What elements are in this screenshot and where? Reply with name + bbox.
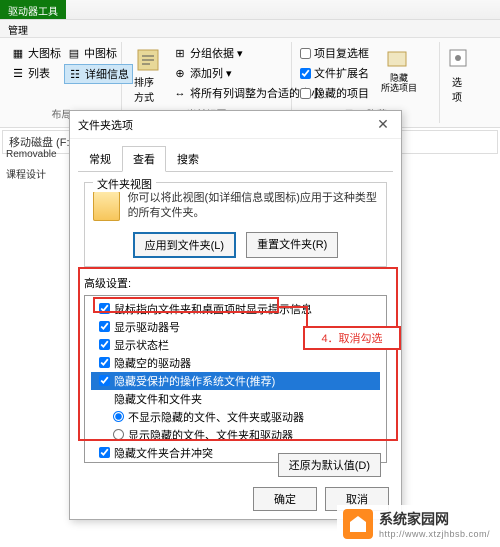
watermark-url: http://www.xtzjhbsb.com/: [379, 529, 490, 539]
hide-icon: [385, 46, 413, 74]
radio-input[interactable]: [113, 429, 124, 440]
item-label: 显示隐藏的文件、文件夹和驱动器: [128, 427, 293, 443]
ribbon-tabs: 管理: [0, 20, 500, 38]
nav-pane: Removable Dis 课程设计: [0, 136, 62, 188]
sort-icon: [134, 46, 162, 74]
folder-views-text: 你可以将此视图(如详细信息或图标)应用于这种类型的所有文件夹。: [128, 191, 378, 222]
ok-button[interactable]: 确定: [253, 487, 317, 511]
dialog-title: 文件夹选项: [78, 117, 133, 133]
item-checkbox-toggle[interactable]: 项目复选框: [298, 44, 371, 62]
title-bar: 驱动器工具: [0, 0, 500, 20]
advanced-settings-list[interactable]: 鼠标指向文件夹和桌面项时显示提示信息显示驱动器号显示状态栏隐藏空的驱动器隐藏受保…: [84, 295, 387, 463]
file-ext-toggle[interactable]: 文件扩展名: [298, 64, 371, 82]
reset-folders-button[interactable]: 重置文件夹(R): [246, 232, 338, 258]
checkbox-input[interactable]: [99, 303, 110, 314]
advanced-item[interactable]: 不显示隐藏的文件、文件夹或驱动器: [91, 408, 380, 426]
watermark: 系统家园网 http://www.xtzjhbsb.com/: [337, 505, 496, 543]
folder-icon: [93, 191, 120, 221]
tab-general[interactable]: 常规: [78, 146, 122, 172]
dialog-titlebar: 文件夹选项 ✕: [70, 111, 401, 139]
item-label: 隐藏空的驱动器: [114, 355, 191, 371]
chevron-down-icon: ▾: [226, 67, 232, 80]
details-icon: ☷: [68, 67, 82, 81]
fit-icon: ↔: [173, 86, 187, 100]
advanced-item[interactable]: 显示隐藏的文件、文件夹和驱动器: [91, 426, 380, 444]
folder-views-group: 文件夹视图 你可以将此视图(如详细信息或图标)应用于这种类型的所有文件夹。 应用…: [84, 182, 387, 267]
advanced-item[interactable]: 隐藏文件和文件夹: [91, 390, 380, 408]
watermark-name: 系统家园网: [379, 509, 490, 529]
large-icons-icon: ▦: [11, 46, 25, 60]
options-button[interactable]: 选项: [446, 44, 474, 106]
item-label: 隐藏文件夹合并冲突: [114, 445, 213, 461]
tab-search[interactable]: 搜索: [166, 146, 210, 172]
list-icon: ☰: [11, 66, 25, 80]
checkbox-input[interactable]: [99, 357, 110, 368]
watermark-icon: [343, 509, 373, 539]
item-label: 不显示隐藏的文件、文件夹或驱动器: [128, 409, 304, 425]
advanced-item[interactable]: 鼠标指向文件夹和桌面项时显示提示信息: [91, 300, 380, 318]
folder-options-dialog: 文件夹选项 ✕ 常规 查看 搜索 文件夹视图 你可以将此视图(如详细信息或图标)…: [69, 110, 402, 520]
group-legend: 文件夹视图: [93, 176, 156, 192]
dialog-body: 文件夹视图 你可以将此视图(如详细信息或图标)应用于这种类型的所有文件夹。 应用…: [70, 172, 401, 473]
chevron-down-icon: ▾: [237, 47, 243, 60]
hidden-items-toggle[interactable]: 隐藏的项目: [298, 84, 371, 102]
checkbox-input[interactable]: [99, 339, 110, 350]
item-label: 隐藏文件和文件夹: [114, 391, 202, 407]
tab-view[interactable]: 查看: [122, 146, 166, 172]
add-column-icon: ⊕: [173, 66, 187, 80]
group-icon: ⊞: [173, 46, 187, 60]
radio-input[interactable]: [113, 411, 124, 422]
close-icon[interactable]: ✕: [373, 115, 393, 135]
item-label: 显示状态栏: [114, 337, 169, 353]
item-label: 鼠标指向文件夹和桌面项时显示提示信息: [114, 301, 312, 317]
advanced-item[interactable]: 隐藏受保护的操作系统文件(推荐): [91, 372, 380, 390]
apply-to-folders-button[interactable]: 应用到文件夹(L): [133, 232, 236, 258]
item-label: 隐藏受保护的操作系统文件(推荐): [114, 373, 275, 389]
restore-defaults-button[interactable]: 还原为默认值(D): [278, 453, 381, 477]
advanced-label: 高级设置:: [84, 275, 387, 291]
checkbox-input[interactable]: [99, 447, 110, 458]
ribbon-group-options: 选项: [440, 42, 480, 123]
checkbox-input[interactable]: [99, 321, 110, 332]
advanced-item[interactable]: 隐藏空的驱动器: [91, 354, 380, 372]
manage-tab[interactable]: 管理: [8, 26, 28, 37]
medium-icons-icon: ▤: [67, 46, 81, 60]
nav-item[interactable]: 课程设计: [2, 163, 60, 184]
options-icon: [446, 46, 474, 74]
annotation-callout: 4．取消勾选: [303, 326, 401, 350]
dialog-tabs: 常规 查看 搜索: [78, 145, 393, 172]
contextual-tab[interactable]: 驱动器工具: [0, 0, 66, 19]
nav-item[interactable]: Removable Dis: [2, 146, 60, 163]
item-label: 显示驱动器号: [114, 319, 180, 335]
checkbox-input[interactable]: [99, 375, 110, 386]
